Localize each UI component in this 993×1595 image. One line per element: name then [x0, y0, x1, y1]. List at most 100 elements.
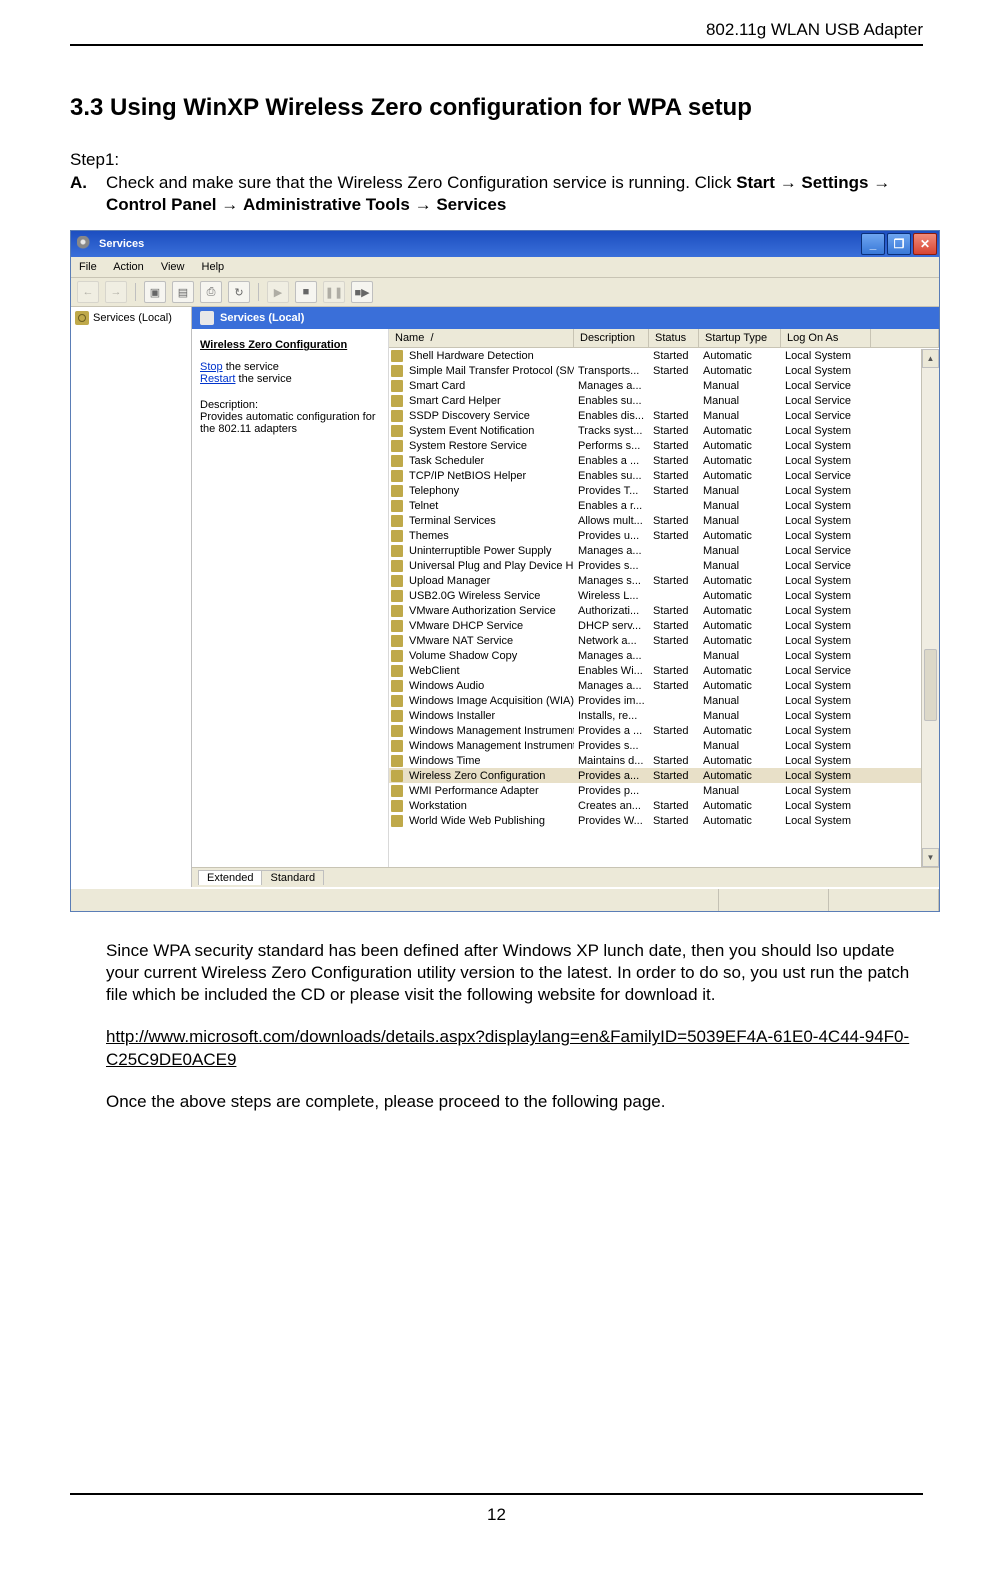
- minimize-button[interactable]: _: [861, 233, 885, 255]
- service-row[interactable]: Upload ManagerManages s...StartedAutomat…: [389, 573, 939, 588]
- service-row[interactable]: Windows InstallerInstalls, re...ManualLo…: [389, 708, 939, 723]
- service-startup: Automatic: [699, 725, 781, 737]
- service-row[interactable]: Shell Hardware DetectionStartedAutomatic…: [389, 348, 939, 363]
- microsoft-download-link[interactable]: http://www.microsoft.com/downloads/detai…: [106, 1027, 909, 1068]
- service-row[interactable]: VMware DHCP ServiceDHCP serv...StartedAu…: [389, 618, 939, 633]
- col-status[interactable]: Status: [649, 329, 699, 347]
- maximize-button[interactable]: ❐: [887, 233, 911, 255]
- tab-standard[interactable]: Standard: [261, 870, 324, 885]
- gear-icon: [389, 815, 405, 827]
- refresh-button[interactable]: ↻: [228, 281, 250, 303]
- gear-icon: [389, 800, 405, 812]
- service-row[interactable]: Windows Management Instrumenta...Provide…: [389, 738, 939, 753]
- service-row[interactable]: Task SchedulerEnables a ...StartedAutoma…: [389, 453, 939, 468]
- service-name: Terminal Services: [405, 515, 574, 527]
- menu-help[interactable]: Help: [202, 261, 225, 273]
- gear-icon: [389, 515, 405, 527]
- service-logon: Local System: [781, 635, 871, 647]
- show-hide-tree-button[interactable]: ▣: [144, 281, 166, 303]
- service-row[interactable]: System Event NotificationTracks syst...S…: [389, 423, 939, 438]
- vertical-scrollbar[interactable]: ▲ ▼: [921, 349, 939, 867]
- service-name: VMware DHCP Service: [405, 620, 574, 632]
- service-row[interactable]: Simple Mail Transfer Protocol (SMTP)Tran…: [389, 363, 939, 378]
- menu-file[interactable]: File: [79, 261, 97, 273]
- service-description: Allows mult...: [574, 515, 649, 527]
- forward-button[interactable]: →: [105, 281, 127, 303]
- service-name: TCP/IP NetBIOS Helper: [405, 470, 574, 482]
- service-status: Started: [649, 365, 699, 377]
- service-row[interactable]: World Wide Web PublishingProvides W...St…: [389, 813, 939, 828]
- tree-root-services-local[interactable]: Services (Local): [75, 311, 187, 325]
- service-row[interactable]: USB2.0G Wireless ServiceWireless L...Aut…: [389, 588, 939, 603]
- service-name: Telnet: [405, 500, 574, 512]
- close-button[interactable]: ✕: [913, 233, 937, 255]
- gear-icon: [389, 710, 405, 722]
- col-name[interactable]: Name /: [389, 329, 574, 347]
- service-description: Enables su...: [574, 470, 649, 482]
- service-row[interactable]: WebClientEnables Wi...StartedAutomaticLo…: [389, 663, 939, 678]
- scroll-up-button[interactable]: ▲: [922, 349, 939, 368]
- service-startup: Automatic: [699, 440, 781, 452]
- back-button[interactable]: ←: [77, 281, 99, 303]
- services-window: Services _ ❐ ✕ File Action View Help ← →…: [70, 230, 940, 912]
- service-row[interactable]: TCP/IP NetBIOS HelperEnables su...Starte…: [389, 468, 939, 483]
- service-description: Transports...: [574, 365, 649, 377]
- properties-button[interactable]: ▤: [172, 281, 194, 303]
- service-row[interactable]: SSDP Discovery ServiceEnables dis...Star…: [389, 408, 939, 423]
- service-row[interactable]: Smart CardManages a...ManualLocal Servic…: [389, 378, 939, 393]
- service-row[interactable]: Uninterruptible Power SupplyManages a...…: [389, 543, 939, 558]
- service-row[interactable]: Universal Plug and Play Device HostProvi…: [389, 558, 939, 573]
- menu-action[interactable]: Action: [113, 261, 144, 273]
- service-row[interactable]: Windows Image Acquisition (WIA)Provides …: [389, 693, 939, 708]
- start-service-button[interactable]: ▶: [267, 281, 289, 303]
- service-description: Enables dis...: [574, 410, 649, 422]
- titlebar[interactable]: Services _ ❐ ✕: [71, 231, 939, 257]
- service-row[interactable]: Windows TimeMaintains d...StartedAutomat…: [389, 753, 939, 768]
- service-row[interactable]: WMI Performance AdapterProvides p...Manu…: [389, 783, 939, 798]
- service-name: USB2.0G Wireless Service: [405, 590, 574, 602]
- tree-pane[interactable]: Services (Local): [71, 307, 192, 887]
- service-logon: Local System: [781, 740, 871, 752]
- service-status: Started: [649, 455, 699, 467]
- service-row[interactable]: Smart Card HelperEnables su...ManualLoca…: [389, 393, 939, 408]
- service-name: Windows Audio: [405, 680, 574, 692]
- restart-service-button[interactable]: ■▶: [351, 281, 373, 303]
- service-row[interactable]: VMware Authorization ServiceAuthorizati.…: [389, 603, 939, 618]
- col-description[interactable]: Description: [574, 329, 649, 347]
- tab-extended[interactable]: Extended: [198, 870, 262, 885]
- service-startup: Automatic: [699, 590, 781, 602]
- panel-title-text: Services (Local): [220, 312, 304, 324]
- gear-icon: [389, 380, 405, 392]
- service-startup: Automatic: [699, 605, 781, 617]
- service-description: Maintains d...: [574, 755, 649, 767]
- arrow-icon: →: [873, 173, 890, 192]
- gear-icon: [389, 770, 405, 782]
- service-row[interactable]: Terminal ServicesAllows mult...StartedMa…: [389, 513, 939, 528]
- stop-service-link[interactable]: Stop: [200, 361, 223, 373]
- service-row[interactable]: TelnetEnables a r...ManualLocal System: [389, 498, 939, 513]
- service-row[interactable]: Wireless Zero ConfigurationProvides a...…: [389, 768, 939, 783]
- pause-service-button[interactable]: ❚❚: [323, 281, 345, 303]
- service-startup: Automatic: [699, 425, 781, 437]
- service-logon: Local System: [781, 500, 871, 512]
- col-startup-type[interactable]: Startup Type: [699, 329, 781, 347]
- export-button[interactable]: ⎙: [200, 281, 222, 303]
- service-description: Provides a ...: [574, 725, 649, 737]
- scroll-thumb[interactable]: [924, 649, 937, 721]
- service-startup: Automatic: [699, 635, 781, 647]
- service-row[interactable]: TelephonyProvides T...StartedManualLocal…: [389, 483, 939, 498]
- service-row[interactable]: System Restore ServicePerforms s...Start…: [389, 438, 939, 453]
- col-log-on-as[interactable]: Log On As: [781, 329, 871, 347]
- restart-service-link[interactable]: Restart: [200, 373, 235, 385]
- list-rows[interactable]: Shell Hardware DetectionStartedAutomatic…: [389, 348, 939, 867]
- service-row[interactable]: Windows AudioManages a...StartedAutomati…: [389, 678, 939, 693]
- menu-view[interactable]: View: [161, 261, 185, 273]
- service-row[interactable]: VMware NAT ServiceNetwork a...StartedAut…: [389, 633, 939, 648]
- paragraph-wpa-note: Since WPA security standard has been def…: [106, 940, 923, 1006]
- service-row[interactable]: Volume Shadow CopyManages a...ManualLoca…: [389, 648, 939, 663]
- service-row[interactable]: ThemesProvides u...StartedAutomaticLocal…: [389, 528, 939, 543]
- scroll-down-button[interactable]: ▼: [922, 848, 939, 867]
- stop-service-button[interactable]: ■: [295, 281, 317, 303]
- service-row[interactable]: Windows Management Instrumenta...Provide…: [389, 723, 939, 738]
- service-row[interactable]: WorkstationCreates an...StartedAutomatic…: [389, 798, 939, 813]
